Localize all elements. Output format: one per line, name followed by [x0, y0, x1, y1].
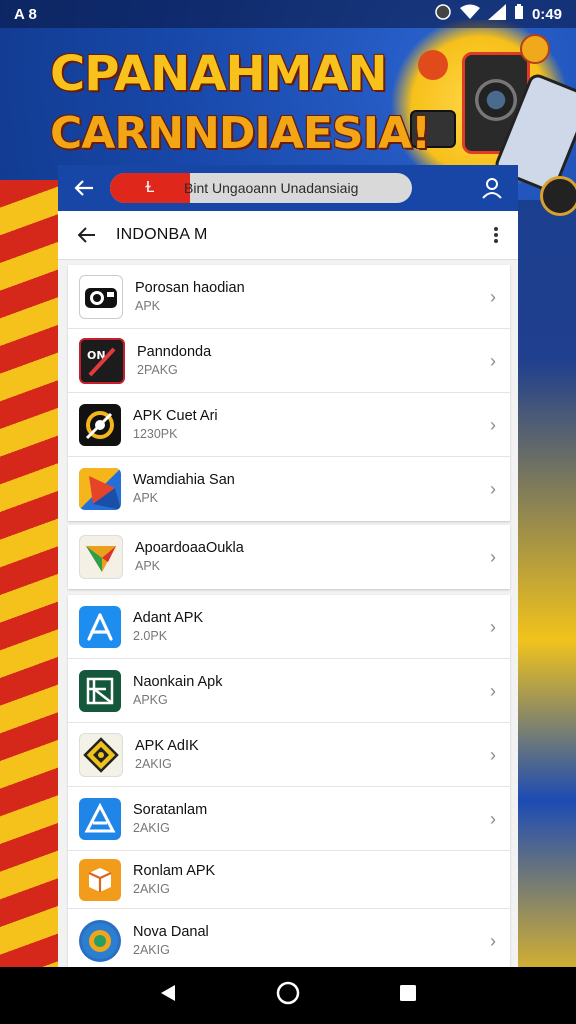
app-subtitle: 2AKIG: [133, 881, 170, 896]
recents-icon[interactable]: [399, 984, 417, 1007]
page-title: INDONBA M: [116, 226, 208, 243]
app-name: Wamdiahia San: [133, 472, 235, 488]
notification-icon: [434, 3, 452, 25]
app-subtitle: 1230PK: [133, 426, 178, 441]
list-item[interactable]: Nova Danal 2AKIG ›: [68, 909, 510, 973]
app-subtitle: 2.0PK: [133, 628, 168, 643]
search-bar[interactable]: Ɫ Bint Ungaoann Unadansiaig: [110, 173, 412, 203]
chevron-right-icon: ›: [490, 287, 496, 307]
app-list-card: ApoardoaaOukla APK ›: [68, 525, 510, 589]
app-name: ApoardoaaOukla: [135, 540, 244, 556]
list-item[interactable]: Porosan haodian APK ›: [68, 265, 510, 329]
list-item[interactable]: Naonkain Apk APKG ›: [68, 659, 510, 723]
app-name: APK AdIK: [135, 737, 199, 754]
list-item[interactable]: ApoardoaaOukla APK ›: [68, 525, 510, 589]
status-time: 0:49: [531, 5, 562, 23]
ornament-decoration: [540, 176, 576, 216]
app-list-panel: INDONBA M Porosan haodian APK › ON Pannd…: [58, 211, 518, 973]
more-options-button[interactable]: [474, 226, 518, 244]
chevron-right-icon: ›: [490, 809, 496, 829]
home-icon[interactable]: [276, 981, 300, 1010]
chevron-right-icon: ›: [490, 415, 496, 435]
chevron-right-icon: ›: [490, 681, 496, 701]
toolbar-back-button[interactable]: [58, 227, 116, 243]
app-name: APK Cuet Ari: [133, 407, 218, 424]
signal-icon: [487, 4, 506, 24]
list-item[interactable]: Wamdiahia San APK ›: [68, 457, 510, 521]
status-left-text: A 8: [14, 5, 37, 23]
list-item[interactable]: Adant APK 2.0PK ›: [68, 595, 510, 659]
list-item[interactable]: APK Cuet Ari 1230PK ›: [68, 393, 510, 457]
app-name: Panndonda: [137, 343, 212, 360]
box-app-icon: [79, 858, 121, 901]
arrow-left-icon: [74, 180, 93, 196]
ring-app-icon: [79, 403, 121, 446]
app-name: Soratanlam: [133, 801, 208, 818]
camera-app-icon: [79, 274, 123, 319]
search-badge-icon: Ɫ: [110, 173, 190, 203]
toolbar: INDONBA M: [58, 211, 518, 260]
app-name: Porosan haodian: [135, 279, 245, 296]
triangle-app-icon: [79, 468, 121, 510]
app-name: Naonkain Apk: [133, 673, 223, 690]
list-item[interactable]: APK AdIK 2AKIG ›: [68, 723, 510, 787]
list-item[interactable]: ON Panndonda 2PAKG ›: [68, 329, 510, 393]
frame-app-icon: [79, 669, 121, 712]
chevron-right-icon: ›: [490, 931, 496, 951]
app-list-card: Adant APK 2.0PK › Naonkain Apk APKG › AP…: [68, 595, 510, 973]
chevron-right-icon: ›: [490, 351, 496, 371]
banner-headline-1: CPANAHMAN: [50, 46, 388, 102]
chevron-right-icon: ›: [490, 617, 496, 637]
slash-app-icon: ON: [79, 337, 125, 384]
status-bar: A 8 0:49: [0, 0, 576, 28]
arrow-left-icon: [78, 227, 95, 243]
app-subtitle: 2PAKG: [137, 362, 178, 377]
app-header: Ɫ Bint Ungaoann Unadansiaig: [58, 165, 518, 211]
app-subtitle: APK: [135, 298, 161, 313]
banner-headline-2: CARNNDIAESIA!: [50, 108, 431, 159]
app-name: Nova Danal: [133, 924, 209, 940]
app-store-icon: [79, 605, 121, 648]
globe-app-icon: [79, 920, 121, 962]
user-icon: [482, 178, 502, 199]
app-subtitle: APK: [133, 491, 159, 505]
profile-button[interactable]: [466, 177, 518, 199]
app-list-card: Porosan haodian APK › ON Panndonda 2PAKG…: [68, 265, 510, 521]
chevron-right-icon: ›: [490, 745, 496, 765]
a-app-icon: [79, 797, 121, 840]
app-subtitle: 2AKIG: [135, 756, 172, 771]
ornament-decoration: [418, 50, 448, 80]
app-name: Ronlam APK: [133, 862, 216, 879]
app-subtitle: APKG: [133, 692, 168, 707]
header-back-button[interactable]: [58, 179, 110, 197]
search-text: Bint Ungaoann Unadansiaig: [184, 180, 359, 196]
navigation-bar: [0, 967, 576, 1024]
back-icon[interactable]: [159, 983, 177, 1008]
diamond-app-icon: [79, 732, 123, 777]
chevron-right-icon: ›: [490, 547, 496, 567]
ornament-decoration: [520, 34, 550, 64]
list-item[interactable]: Ronlam APK 2AKIG: [68, 851, 510, 909]
battery-icon: [514, 4, 524, 24]
app-subtitle: APK: [135, 559, 161, 573]
app-subtitle: 2AKIG: [133, 943, 170, 957]
play-app-icon: [79, 535, 123, 579]
app-name: Adant APK: [133, 609, 204, 626]
app-subtitle: 2AKIG: [133, 820, 170, 835]
chevron-right-icon: ›: [490, 479, 496, 499]
wifi-icon: [459, 4, 480, 24]
more-vert-icon: [494, 227, 498, 243]
list-item[interactable]: Soratanlam 2AKIG ›: [68, 787, 510, 851]
